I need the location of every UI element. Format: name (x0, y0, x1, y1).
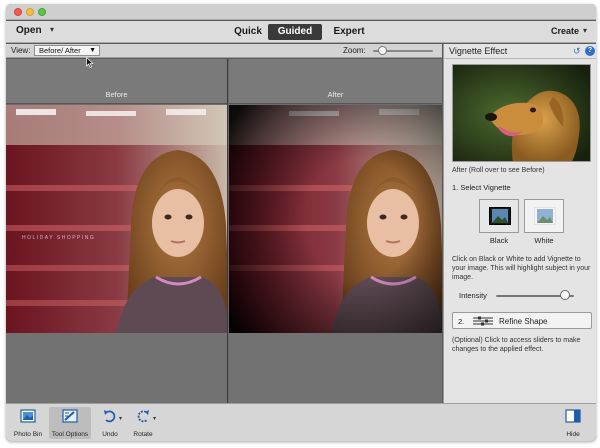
options-bar: View: Before/ After ▼ Zoom: (6, 44, 442, 58)
black-label: Black (489, 236, 509, 245)
vignette-effect-panel: Vignette Effect ↺ ? After (Roll over to … (443, 44, 596, 403)
reset-icon[interactable]: ↺ (573, 46, 583, 56)
before-pane-header: Before (6, 59, 227, 104)
sliders-icon (473, 316, 493, 326)
vignette-instructions: Click on Black or White to add Vignette … (452, 256, 591, 281)
hide-label: Hide (566, 431, 580, 438)
photo-bin-button[interactable]: Photo Bin (10, 407, 46, 439)
step-1-label: 1. Select Vignette (452, 183, 511, 192)
minimize-window-button[interactable] (26, 8, 34, 16)
white-vignette-button[interactable] (524, 199, 564, 233)
intensity-slider-handle[interactable] (559, 290, 570, 300)
girl-photo-vignette-image (229, 105, 442, 333)
effect-preview[interactable] (452, 64, 591, 162)
close-window-button[interactable] (14, 8, 22, 16)
dog-preview-image (453, 65, 590, 161)
view-label: View: (11, 46, 31, 55)
refine-step-number: 2. (458, 317, 465, 326)
mode-bar: Open ▾ Quick Guided Expert Create ▾ (6, 21, 596, 43)
rotate-chevron-down-icon[interactable]: ▾ (153, 415, 156, 422)
panel-divider (444, 58, 596, 59)
refine-shape-button[interactable]: 2. Refine Shape (452, 312, 592, 329)
refine-shape-label: Refine Shape (499, 317, 548, 326)
image-canvas: Before HOLIDAY SHOPPING After (6, 59, 442, 403)
preview-caption: After (Roll over to see Before) (452, 167, 545, 174)
before-label: Before (105, 90, 128, 99)
tool-options-icon (62, 409, 78, 423)
refine-instructions: (Optional) Click to access sliders to ma… (452, 337, 581, 353)
black-vignette-button[interactable] (479, 199, 519, 233)
help-icon[interactable]: ? (585, 46, 595, 56)
after-label: After (327, 90, 344, 99)
create-button[interactable]: Create (551, 26, 579, 36)
white-vignette-icon (534, 207, 556, 225)
rotate-button[interactable]: ▾ Rotate (126, 407, 160, 439)
title-bar (6, 4, 596, 20)
photo-bin-label: Photo Bin (13, 431, 43, 438)
open-button[interactable]: Open (16, 25, 42, 36)
view-select-value: Before/ After (39, 46, 81, 55)
after-pane-footer (229, 333, 442, 403)
tab-quick[interactable]: Quick (228, 24, 268, 40)
zoom-label: Zoom: (343, 46, 366, 55)
white-label: White (534, 236, 554, 245)
app-window: Open ▾ Quick Guided Expert Create ▾ View… (6, 4, 596, 441)
zoom-slider-handle[interactable] (378, 46, 387, 55)
before-pane-footer (6, 333, 227, 403)
undo-icon (104, 410, 116, 423)
intensity-label: Intensity (459, 291, 487, 300)
undo-chevron-down-icon[interactable]: ▾ (119, 415, 122, 422)
bottom-toolbar: Photo Bin Tool Options ▾ Undo ▾ Rotate H… (6, 403, 596, 441)
tab-guided[interactable]: Guided (268, 24, 322, 40)
undo-label: Undo (102, 431, 118, 438)
black-vignette-icon (489, 207, 511, 225)
mouse-cursor-icon (86, 57, 94, 68)
photo-bin-icon (20, 409, 36, 423)
tool-options-button[interactable]: Tool Options (49, 407, 91, 439)
open-chevron-down-icon[interactable]: ▾ (50, 25, 54, 34)
after-pane-header: After (229, 59, 442, 104)
tab-expert[interactable]: Expert (326, 24, 372, 40)
photo-caption: HOLIDAY SHOPPING (22, 235, 96, 241)
panel-toggle-icon (565, 409, 581, 423)
before-photo[interactable]: HOLIDAY SHOPPING (6, 105, 227, 333)
create-chevron-down-icon[interactable]: ▾ (583, 26, 587, 35)
hide-panel-button[interactable]: Hide (559, 407, 587, 439)
girl-photo-image (6, 105, 227, 333)
rotate-icon (137, 410, 149, 423)
view-select[interactable]: Before/ After ▼ (34, 45, 100, 56)
after-photo[interactable] (229, 105, 442, 333)
panel-title: Vignette Effect (449, 46, 508, 56)
rotate-label: Rotate (133, 431, 153, 438)
before-pane: Before HOLIDAY SHOPPING (6, 59, 228, 403)
undo-button[interactable]: ▾ Undo (95, 407, 125, 439)
tool-options-label: Tool Options (51, 431, 89, 438)
zoom-window-button[interactable] (38, 8, 46, 16)
chevron-down-icon: ▼ (89, 47, 96, 54)
after-pane: After (229, 59, 442, 403)
